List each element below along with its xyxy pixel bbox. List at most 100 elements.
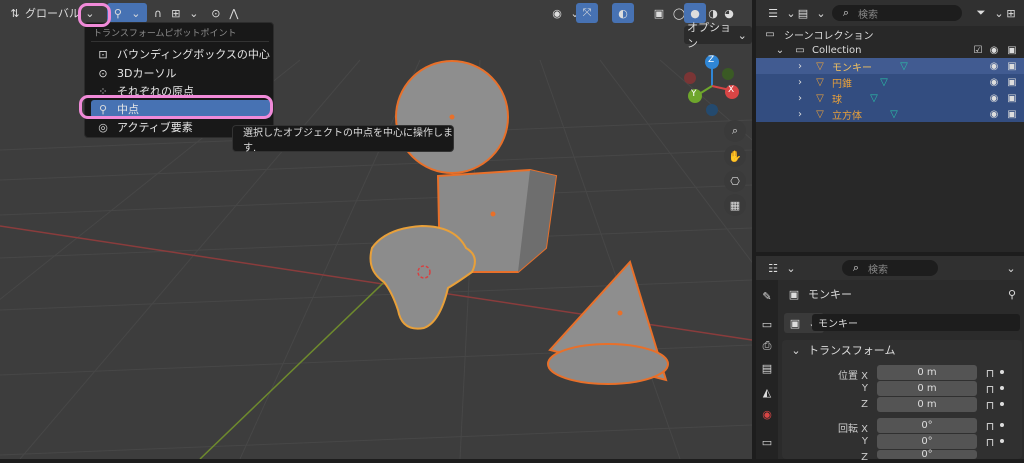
keyframe-dot-icon[interactable] (1000, 386, 1004, 390)
menu-item-label: バウンディングボックスの中心 (117, 48, 270, 61)
hand-icon: ✋ (728, 149, 742, 163)
keyframe-dot-icon[interactable] (1000, 439, 1004, 443)
camera-icon[interactable]: ▣ (1004, 74, 1020, 90)
xray-icon: ▣ (653, 6, 665, 20)
highlight-pivot-button (78, 3, 111, 27)
view-layer-tab-icon[interactable]: ▤ (759, 360, 775, 376)
eye-icon[interactable]: ◉ (986, 42, 1002, 58)
search-icon: ⌕ (842, 6, 850, 19)
location-z-label: Z (861, 399, 868, 410)
zoom-button[interactable]: ⌕ (724, 120, 746, 142)
rotation-y-field[interactable]: 0° (877, 434, 977, 449)
options-dropdown[interactable]: オプション ⌄ (684, 21, 752, 50)
location-x-field[interactable]: 0 m (877, 365, 977, 380)
chevron-right-icon: › (798, 108, 802, 120)
chevron-down-icon: ⌄ (131, 6, 141, 20)
camera-icon[interactable]: ▣ (1004, 90, 1020, 106)
outliner-search-placeholder: 検索 (858, 9, 878, 21)
lock-icon[interactable]: ⊓ (982, 381, 998, 397)
camera-icon[interactable]: ▣ (1004, 106, 1020, 122)
object-name-label: モンキー (808, 288, 852, 301)
snap-increment-icon: ⊞ (171, 6, 181, 20)
rotation-z-field[interactable]: 0° (877, 449, 977, 460)
world-tab-icon[interactable]: ◉ (759, 406, 775, 422)
menu-item-3d-cursor[interactable]: ⊙ 3Dカーソル (91, 64, 271, 82)
location-y-label: Y (861, 383, 868, 394)
menu-item-label: 3Dカーソル (117, 67, 177, 80)
menu-item-bounding-box-center[interactable]: ⊡ バウンディングボックスの中心 (91, 45, 271, 63)
render-tab-icon[interactable]: ▭ (759, 316, 775, 332)
transform-section-header[interactable]: ⌄ トランスフォーム (788, 342, 895, 358)
magnet-icon: ∩ (153, 6, 162, 20)
mesh-data-icon: ▽ (890, 108, 898, 120)
outliner-item-label: 球 (832, 94, 842, 106)
snap-button[interactable]: ∩ ⊞ ⌄ (147, 3, 205, 23)
keyframe-dot-icon[interactable] (1000, 402, 1004, 406)
mesh-data-icon: ▽ (880, 76, 888, 88)
camera-icon[interactable]: ▣ (1004, 58, 1020, 74)
navigation-gizmo[interactable]: Z X Y (682, 52, 744, 118)
properties-options-button[interactable]: ⌄ (1000, 258, 1022, 278)
eye-icon[interactable]: ◉ (986, 106, 1002, 122)
object-icon: ▣ (789, 316, 801, 330)
camera-icon[interactable]: ▣ (1004, 42, 1020, 58)
mesh-data-icon: ▽ (870, 92, 878, 104)
display-mode-button[interactable]: ▤ ⌄ (792, 3, 832, 23)
location-x-label: 位置 X (837, 371, 868, 382)
eye-icon[interactable]: ◉ (986, 74, 1002, 90)
properties-icon: ☷ (768, 261, 778, 275)
collection-label: Collection (812, 44, 862, 56)
lock-icon[interactable]: ⊓ (982, 397, 998, 413)
checkbox-icon[interactable]: ☑ (970, 42, 986, 58)
lock-icon[interactable]: ⊓ (982, 365, 998, 381)
chevron-down-icon: ⌄ (775, 44, 785, 56)
scene-tab-icon[interactable]: ◭ (759, 384, 775, 400)
proportional-icon: ⊙ (211, 6, 221, 20)
perspective-toggle-button[interactable]: ▦ (724, 194, 746, 216)
chevron-down-icon: ⌄ (737, 28, 747, 42)
gizmo-y-label: Y (691, 89, 697, 99)
eye-icon[interactable]: ◉ (986, 90, 1002, 106)
cursor-icon: ⊙ (98, 66, 108, 80)
outliner-search-field[interactable]: ⌕ 検索 (832, 5, 962, 21)
tooltip: 選択したオブジェクトの中点を中心に操作します. (232, 125, 454, 154)
chevron-right-icon: › (798, 60, 802, 72)
overlay-icon: ◐ (618, 6, 628, 20)
lock-icon[interactable]: ⊓ (982, 418, 998, 434)
proportional-editing-button[interactable]: ⊙ ⋀ (205, 3, 245, 23)
tool-tab-icon[interactable]: ✎ (759, 288, 775, 304)
chevron-down-icon: ⌄ (786, 261, 796, 275)
overlay-toggle-button[interactable]: ◐ (612, 3, 634, 23)
chevron-down-icon: ⌄ (816, 6, 826, 20)
eye-icon[interactable]: ◉ (986, 58, 1002, 74)
display-mode-icon: ▤ (797, 6, 809, 20)
outliner-item-monkey[interactable]: › ▽ モンキー ▽ ◉ ▣ (756, 58, 1024, 74)
properties-search-field[interactable]: ⌕ 検索 (842, 260, 938, 276)
outliner-item-cube[interactable]: › ▽ 立方体 ▽ ◉ ▣ (756, 106, 1024, 122)
gizmo-toggle-button[interactable]: ⤧ (576, 3, 598, 23)
collection-row[interactable]: ⌄ ▭ Collection ☑ ◉ ▣ (756, 42, 1024, 58)
collection-tab-icon[interactable]: ▭ (759, 434, 775, 450)
new-collection-button[interactable]: ⊞ (1000, 3, 1022, 23)
pivot-point-button[interactable]: ⚲ ⌄ (106, 3, 147, 23)
properties-editor-type-button[interactable]: ☷ ⌄ (762, 258, 802, 278)
rotation-x-field[interactable]: 0° (877, 418, 977, 433)
keyframe-dot-icon[interactable] (1000, 370, 1004, 374)
outliner-item-cone[interactable]: › ▽ 円錐 ▽ ◉ ▣ (756, 74, 1024, 90)
outliner-item-sphere[interactable]: › ▽ 球 ▽ ◉ ▣ (756, 90, 1024, 106)
camera-view-button[interactable]: ⎔ (724, 170, 746, 192)
location-z-field[interactable]: 0 m (877, 397, 977, 412)
properties-panel: ☷ ⌄ ⌕ 検索 ⌄ ✎ ▭ ⎙ ▤ ◭ ◉ ▭ ▣ モンキー ⚲ ▣ ⌄ モン… (756, 256, 1024, 463)
mesh-data-icon: ▽ (900, 60, 908, 72)
pan-button[interactable]: ✋ (724, 145, 746, 167)
menu-divider (91, 41, 269, 42)
output-tab-icon[interactable]: ⎙ (759, 338, 775, 354)
lock-icon[interactable]: ⊓ (982, 434, 998, 450)
pin-icon[interactable]: ⚲ (1004, 286, 1020, 302)
object-name-field[interactable]: モンキー (812, 314, 1020, 331)
xray-toggle-button[interactable]: ▣ (648, 3, 670, 23)
scene-collection-row[interactable]: ▭ シーンコレクション (756, 26, 1024, 42)
keyframe-dot-icon[interactable] (1000, 423, 1004, 427)
location-y-field[interactable]: 0 m (877, 381, 977, 396)
outliner-item-label: モンキー (832, 62, 872, 74)
